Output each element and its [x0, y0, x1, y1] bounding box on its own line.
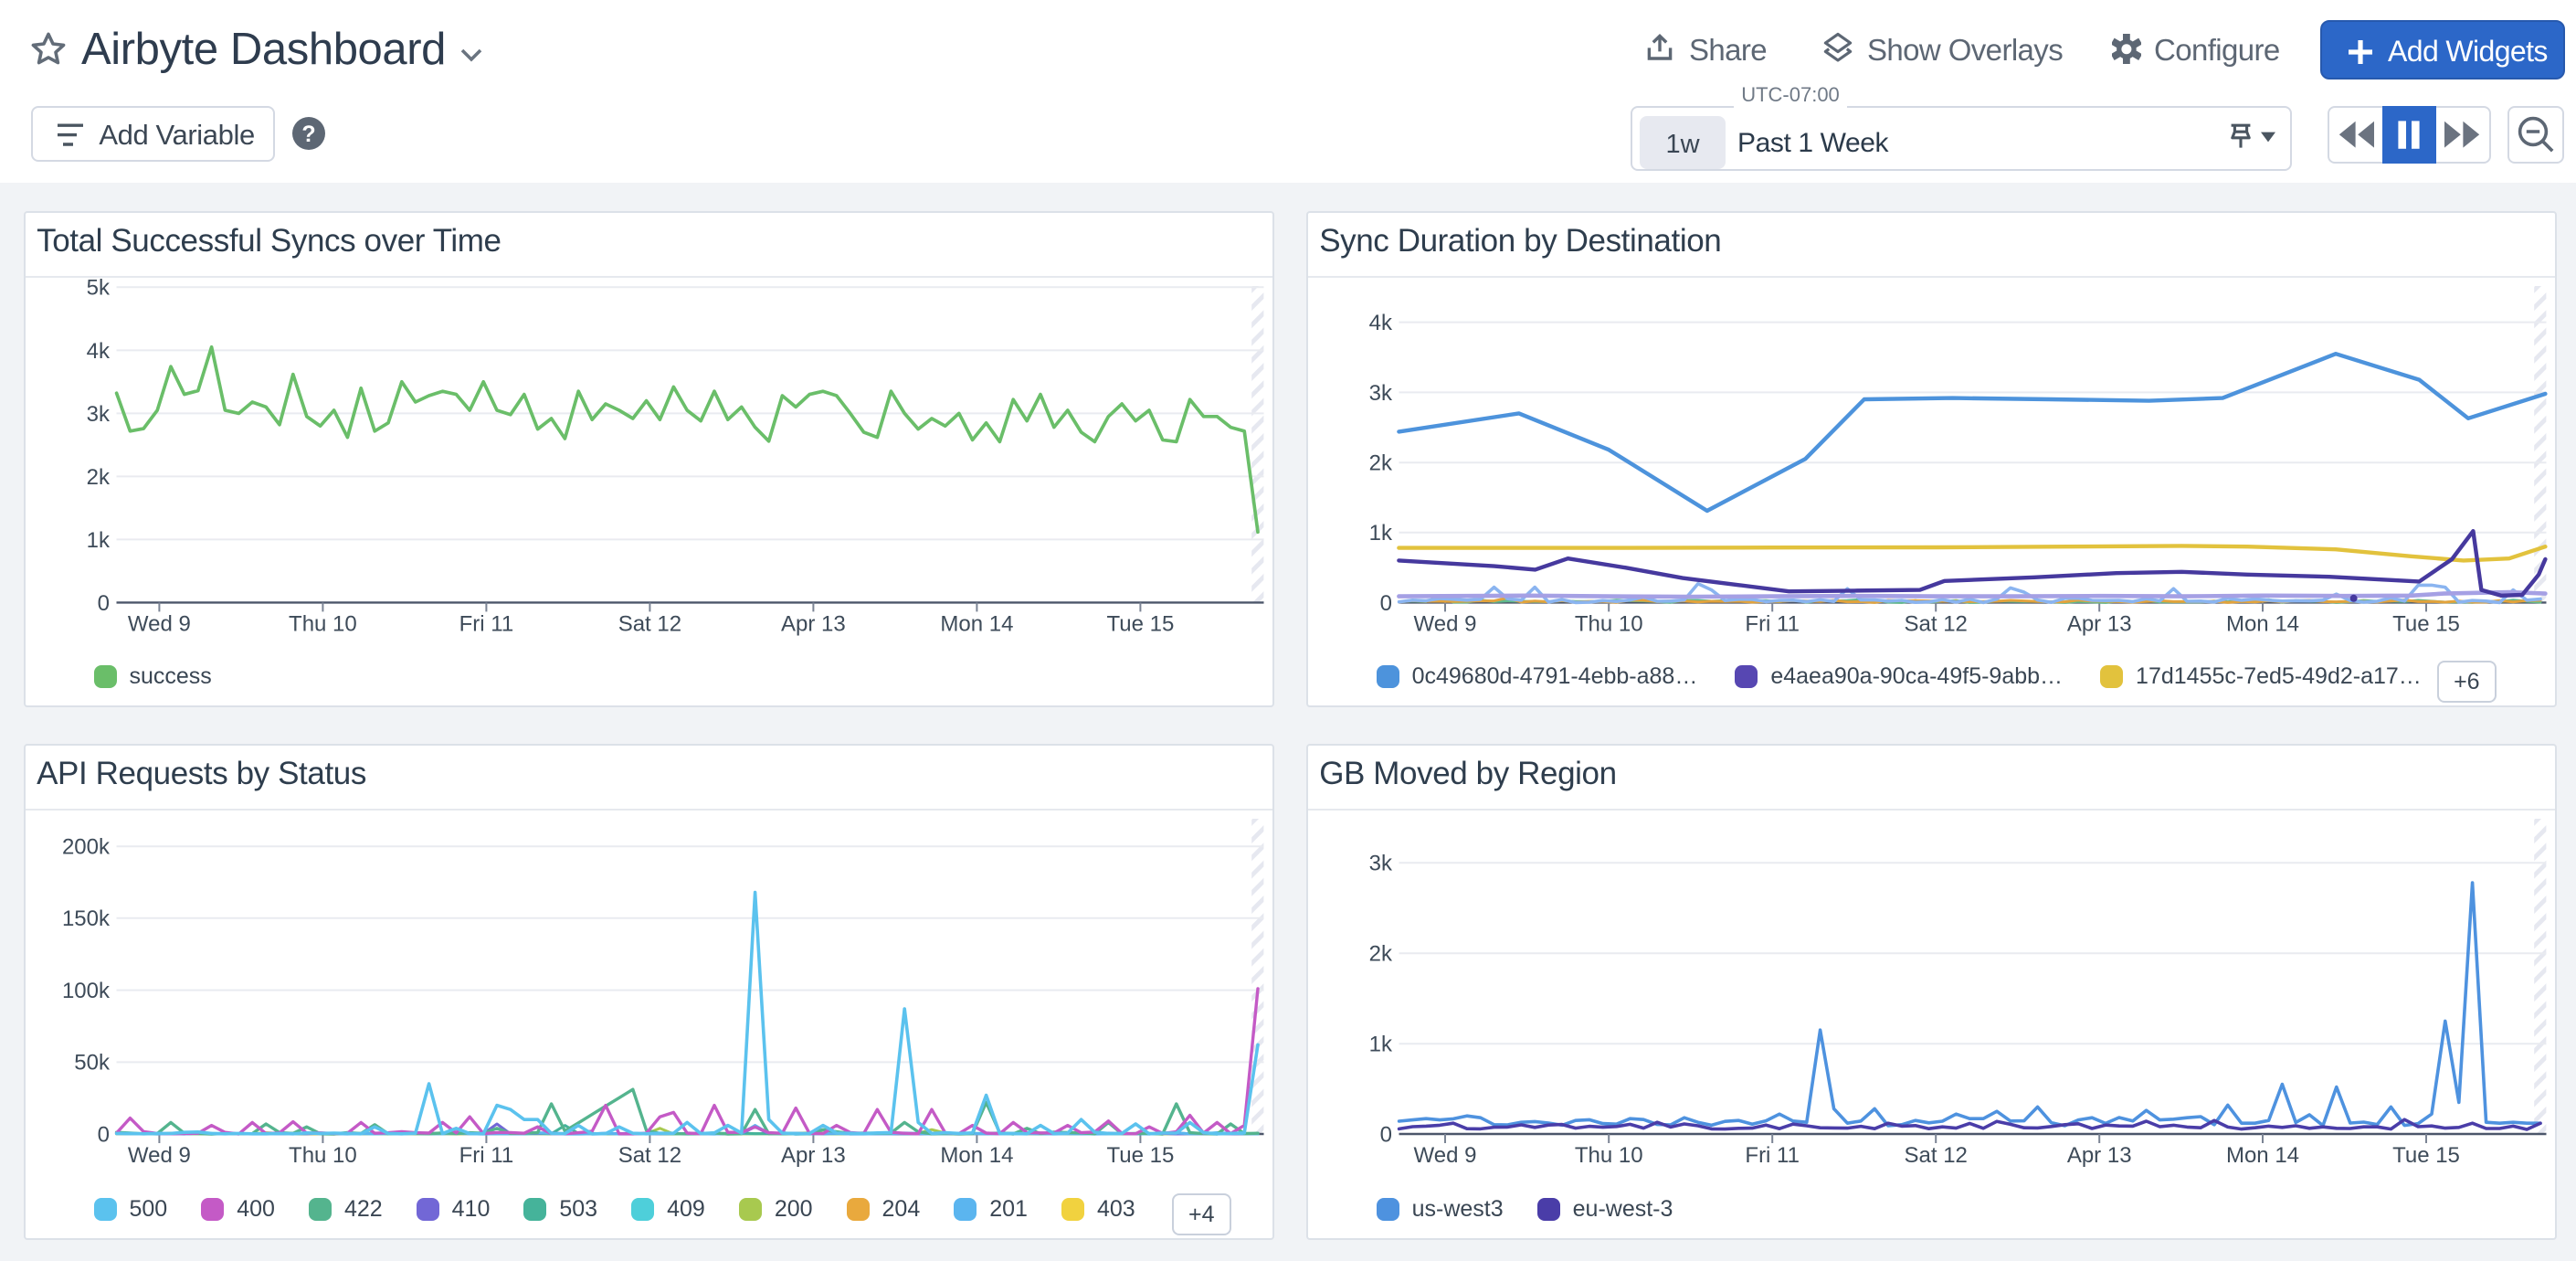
- svg-text:Sat 12: Sat 12: [618, 1143, 681, 1168]
- svg-text:0: 0: [1379, 591, 1391, 616]
- svg-text:Wed 9: Wed 9: [127, 612, 190, 637]
- svg-text:Thu 10: Thu 10: [289, 1143, 357, 1168]
- svg-text:4k: 4k: [1368, 311, 1392, 335]
- svg-text:Apr 13: Apr 13: [2066, 612, 2131, 637]
- svg-text:1k: 1k: [1368, 1033, 1392, 1057]
- svg-text:Fri 11: Fri 11: [459, 1143, 513, 1168]
- svg-text:Apr 13: Apr 13: [781, 612, 846, 637]
- svg-text:Fri 11: Fri 11: [1745, 1143, 1800, 1168]
- svg-text:2k: 2k: [86, 465, 110, 490]
- svg-text:50k: 50k: [74, 1051, 111, 1076]
- svg-text:Wed 9: Wed 9: [1413, 612, 1476, 637]
- svg-text:Apr 13: Apr 13: [2066, 1143, 2131, 1168]
- svg-text:100k: 100k: [61, 979, 110, 1003]
- svg-text:Thu 10: Thu 10: [1574, 612, 1642, 637]
- svg-text:4k: 4k: [86, 339, 110, 364]
- svg-text:Sat 12: Sat 12: [1904, 1143, 1967, 1168]
- svg-text:Wed 9: Wed 9: [127, 1143, 190, 1168]
- svg-text:Tue 15: Tue 15: [1106, 1143, 1174, 1168]
- svg-text:Sat 12: Sat 12: [1904, 612, 1967, 637]
- svg-text:200k: 200k: [61, 835, 110, 860]
- svg-text:Wed 9: Wed 9: [1413, 1143, 1476, 1168]
- svg-text:Tue 15: Tue 15: [2392, 612, 2460, 637]
- svg-text:0: 0: [97, 1123, 109, 1148]
- svg-text:Mon 14: Mon 14: [940, 1143, 1013, 1168]
- svg-text:1k: 1k: [86, 528, 110, 553]
- svg-text:1k: 1k: [1368, 521, 1392, 546]
- svg-text:Mon 14: Mon 14: [2226, 612, 2299, 637]
- svg-text:Tue 15: Tue 15: [1106, 612, 1174, 637]
- svg-text:Sat 12: Sat 12: [618, 612, 681, 637]
- svg-text:Fri 11: Fri 11: [459, 612, 513, 637]
- svg-text:0: 0: [1379, 1123, 1391, 1148]
- svg-text:Apr 13: Apr 13: [781, 1143, 846, 1168]
- svg-text:3k: 3k: [1368, 852, 1392, 876]
- svg-text:Mon 14: Mon 14: [2226, 1143, 2299, 1168]
- svg-text:3k: 3k: [1368, 381, 1392, 406]
- svg-text:5k: 5k: [86, 276, 110, 301]
- svg-text:Thu 10: Thu 10: [1574, 1143, 1642, 1168]
- svg-text:Thu 10: Thu 10: [289, 612, 357, 637]
- svg-text:Mon 14: Mon 14: [940, 612, 1013, 637]
- svg-text:3k: 3k: [86, 402, 110, 427]
- svg-text:Fri 11: Fri 11: [1745, 612, 1800, 637]
- svg-text:2k: 2k: [1368, 451, 1392, 476]
- svg-text:Tue 15: Tue 15: [2392, 1143, 2460, 1168]
- svg-text:150k: 150k: [61, 907, 110, 932]
- svg-text:2k: 2k: [1368, 942, 1392, 967]
- svg-text:?: ?: [301, 122, 315, 147]
- svg-text:0: 0: [97, 591, 109, 616]
